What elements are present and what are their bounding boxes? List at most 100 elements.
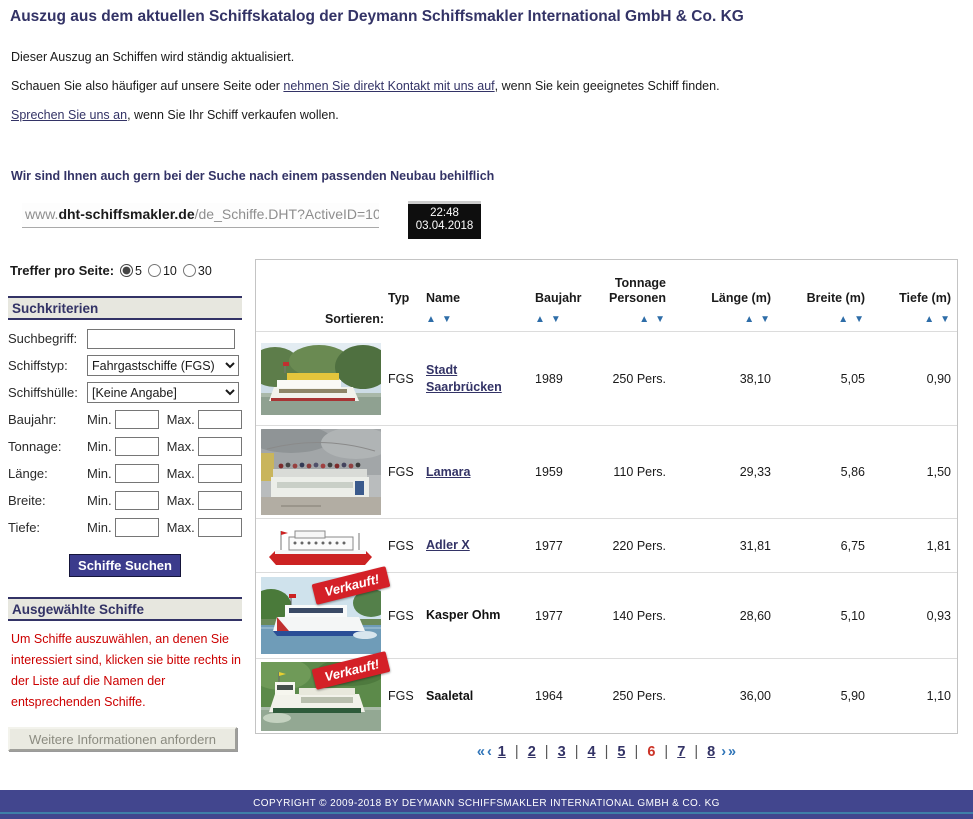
page-separator: | <box>660 744 673 760</box>
suchbegriff-row: Suchbegriff: <box>8 328 242 349</box>
page-link-8[interactable]: 8 <box>707 744 715 760</box>
page-separator: | <box>600 744 613 760</box>
sort-asc-icon[interactable]: ▲ <box>924 314 935 325</box>
next-page-icon[interactable]: › <box>721 744 726 760</box>
tiefe-max-input[interactable] <box>197 518 242 537</box>
sort-desc-icon[interactable]: ▼ <box>551 314 562 325</box>
ship-name-sold: Kasper Ohm <box>426 608 501 622</box>
ship-name-link[interactable]: Lamara <box>426 465 470 479</box>
schiffstyp-label: Schiffstyp: <box>8 358 68 373</box>
clock-time: 22:48 <box>430 207 459 219</box>
sell-ship-link[interactable]: Sprechen Sie uns an <box>11 108 127 122</box>
ship-photo-stadt <box>261 342 381 415</box>
ship-baujahr: 1989 <box>535 371 563 386</box>
page-link-1[interactable]: 1 <box>498 744 506 760</box>
table-header: Sortieren: Typ Name ▲ ▼ Baujahr ▲ ▼ Tonnag… <box>256 260 957 331</box>
ship-type: FGS <box>388 608 414 623</box>
ship-breite: 5,10 <box>840 608 865 623</box>
intro-line-2: Schauen Sie also häufiger auf unsere Sei… <box>11 79 720 93</box>
ship-drawing-adler-x <box>261 522 379 569</box>
page-title: Auszug aus dem aktuellen Schiffskatalog … <box>10 8 744 25</box>
search-ships-button[interactable]: Schiffe Suchen <box>69 554 181 577</box>
request-info-button[interactable]: Weitere Informationen anfordern <box>8 727 237 751</box>
ship-name-cell: Adler X <box>426 537 522 554</box>
sort-desc-icon[interactable]: ▼ <box>940 314 951 325</box>
breite-max-input[interactable] <box>197 491 242 510</box>
ship-image-cell: Verkauft! <box>256 650 391 731</box>
prev-page-icon[interactable]: ‹ <box>487 744 492 760</box>
ship-row: FGS Adler X 1977 220 Pers. 31,81 6,75 1,81 <box>256 518 957 572</box>
länge-min-input[interactable] <box>114 464 159 483</box>
url-domain: dht-schiffsmakler.de <box>58 206 195 222</box>
sort-desc-icon[interactable]: ▼ <box>760 314 771 325</box>
page-separator: | <box>510 744 523 760</box>
header-cell-tonnage: Tonnage Personen ▲ ▼ <box>609 276 666 325</box>
address-bar[interactable]: www.dht-schiffsmakler.de/de_Schiffe.DHT?… <box>22 203 379 228</box>
ship-laenge: 38,10 <box>739 371 771 386</box>
max-label: Max. <box>166 466 195 481</box>
sort-asc-icon[interactable]: ▲ <box>639 314 650 325</box>
page-link-2[interactable]: 2 <box>528 744 536 760</box>
per-page-radio-30[interactable] <box>182 264 196 277</box>
per-page-option-5[interactable]: 5 <box>120 264 142 278</box>
tonnage-filter-row: Tonnage: Min. Max. <box>8 436 242 457</box>
schiffshuelle-label: Schiffshülle: <box>8 385 78 400</box>
page-separator: | <box>570 744 583 760</box>
page-link-7[interactable]: 7 <box>677 744 685 760</box>
sort-desc-icon[interactable]: ▼ <box>854 314 865 325</box>
footer-divider <box>0 812 973 814</box>
ship-laenge: 36,00 <box>739 689 771 703</box>
ship-baujahr: 1964 <box>535 689 563 703</box>
breite-min-input[interactable] <box>114 491 159 510</box>
sort-desc-icon[interactable]: ▼ <box>655 314 666 325</box>
tonnage-max-input[interactable] <box>197 437 242 456</box>
ship-name-link[interactable]: Stadt Saarbrücken <box>426 363 502 394</box>
länge-filter-row: Länge: Min. Max. <box>8 463 242 484</box>
länge-max-input[interactable] <box>197 464 242 483</box>
per-page-option-10[interactable]: 10 <box>147 264 177 278</box>
schiffstyp-select[interactable]: Fahrgastschiffe (FGS) <box>87 355 239 376</box>
tiefe-min-input[interactable] <box>114 518 159 537</box>
min-label: Min. <box>87 439 112 454</box>
url-www: www. <box>25 206 59 222</box>
sort-desc-icon[interactable]: ▼ <box>442 314 453 325</box>
per-page-radio-5[interactable] <box>120 264 134 277</box>
breite-filter-row: Breite: Min. Max. <box>8 490 242 511</box>
ship-row: FGS Lamara 1959 110 Pers. 29,33 5,86 1,50 <box>256 425 957 518</box>
per-page-option-30[interactable]: 30 <box>182 264 212 278</box>
clock-date: 03.04.2018 <box>415 220 474 232</box>
selected-ships-header: Ausgewählte Schiffe <box>8 597 242 621</box>
sort-asc-icon[interactable]: ▲ <box>838 314 849 325</box>
intro-line-3: Sprechen Sie uns an, wenn Sie Ihr Schiff… <box>11 108 339 122</box>
schiffshuelle-select[interactable]: [Keine Angabe] <box>87 382 239 403</box>
max-label: Max. <box>166 520 195 535</box>
per-page-option-label: 30 <box>197 264 212 278</box>
page-separator: | <box>690 744 703 760</box>
page-separator: | <box>630 744 643 760</box>
page-link-3[interactable]: 3 <box>558 744 566 760</box>
header-cell-tiefe: Tiefe (m) ▲ ▼ <box>899 291 951 325</box>
page-link-4[interactable]: 4 <box>588 744 596 760</box>
baujahr-min-input[interactable] <box>114 410 159 429</box>
header-cell-baujahr: Baujahr ▲ ▼ <box>535 291 582 325</box>
sort-asc-icon[interactable]: ▲ <box>744 314 755 325</box>
sort-asc-icon[interactable]: ▲ <box>426 314 437 325</box>
results-per-page-label: Treffer pro Seite: <box>10 263 115 278</box>
first-page-icon[interactable]: « <box>477 744 485 760</box>
page-link-5[interactable]: 5 <box>617 744 625 760</box>
per-page-radio-10[interactable] <box>147 264 161 277</box>
suchbegriff-input[interactable] <box>87 328 235 349</box>
ship-photo-lamara <box>261 429 381 515</box>
contact-link[interactable]: nehmen Sie direkt Kontakt mit uns auf <box>283 79 494 93</box>
baujahr-max-input[interactable] <box>197 410 242 429</box>
current-page: 6 <box>647 744 656 760</box>
ship-image-cell <box>256 429 388 515</box>
last-page-icon[interactable]: » <box>728 744 736 760</box>
tonnage-min-input[interactable] <box>114 437 159 456</box>
sort-asc-icon[interactable]: ▲ <box>535 314 546 325</box>
clock-widget: 22:48 03.04.2018 <box>408 201 481 239</box>
ship-row: Verkauft! FGS Kasper Ohm 1977 140 Pers. 28,60… <box>256 566 957 658</box>
ship-name-cell: Kasper Ohm <box>426 607 522 624</box>
ship-name-link[interactable]: Adler X <box>426 538 470 552</box>
header-cell-sort: Sortieren: <box>256 260 388 331</box>
